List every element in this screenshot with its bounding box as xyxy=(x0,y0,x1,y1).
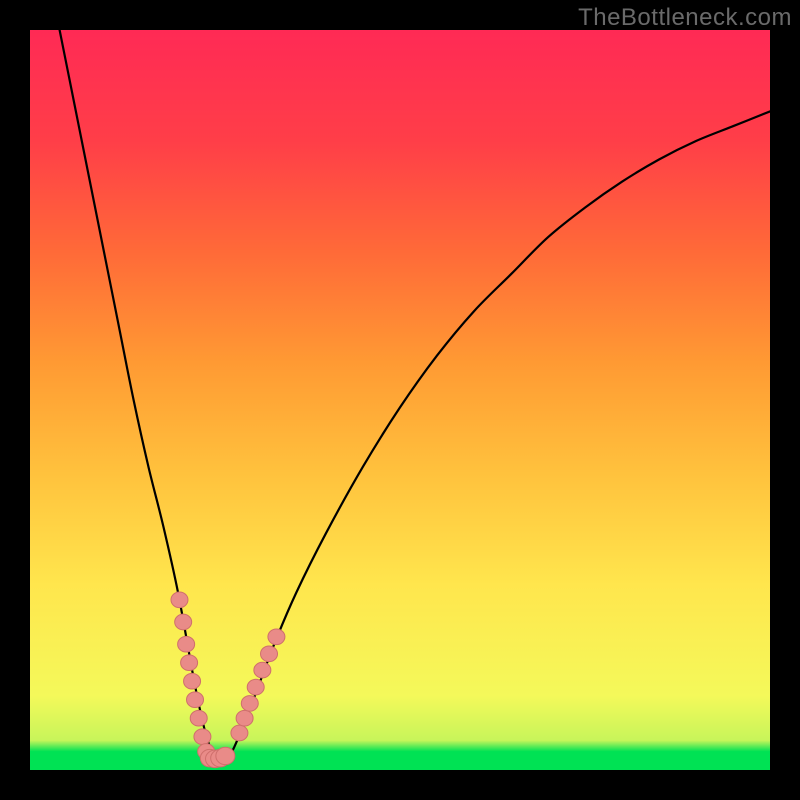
data-marker xyxy=(184,673,201,689)
data-marker xyxy=(178,636,195,652)
data-markers xyxy=(171,592,285,768)
data-marker xyxy=(216,747,235,764)
data-marker xyxy=(241,696,258,712)
data-marker xyxy=(236,710,253,726)
data-marker xyxy=(247,679,264,695)
curve-svg xyxy=(30,30,770,770)
data-marker xyxy=(231,725,248,741)
data-marker xyxy=(261,646,278,662)
data-marker xyxy=(171,592,188,608)
data-marker xyxy=(254,662,271,678)
data-marker xyxy=(194,729,211,745)
data-marker xyxy=(175,614,192,630)
plot-area xyxy=(30,30,770,770)
data-marker xyxy=(268,629,285,645)
chart-frame: TheBottleneck.com xyxy=(0,0,800,800)
data-marker xyxy=(190,710,207,726)
bottleneck-curve xyxy=(60,30,770,759)
data-marker xyxy=(187,692,204,708)
watermark-text: TheBottleneck.com xyxy=(578,4,792,32)
data-marker xyxy=(181,655,198,671)
